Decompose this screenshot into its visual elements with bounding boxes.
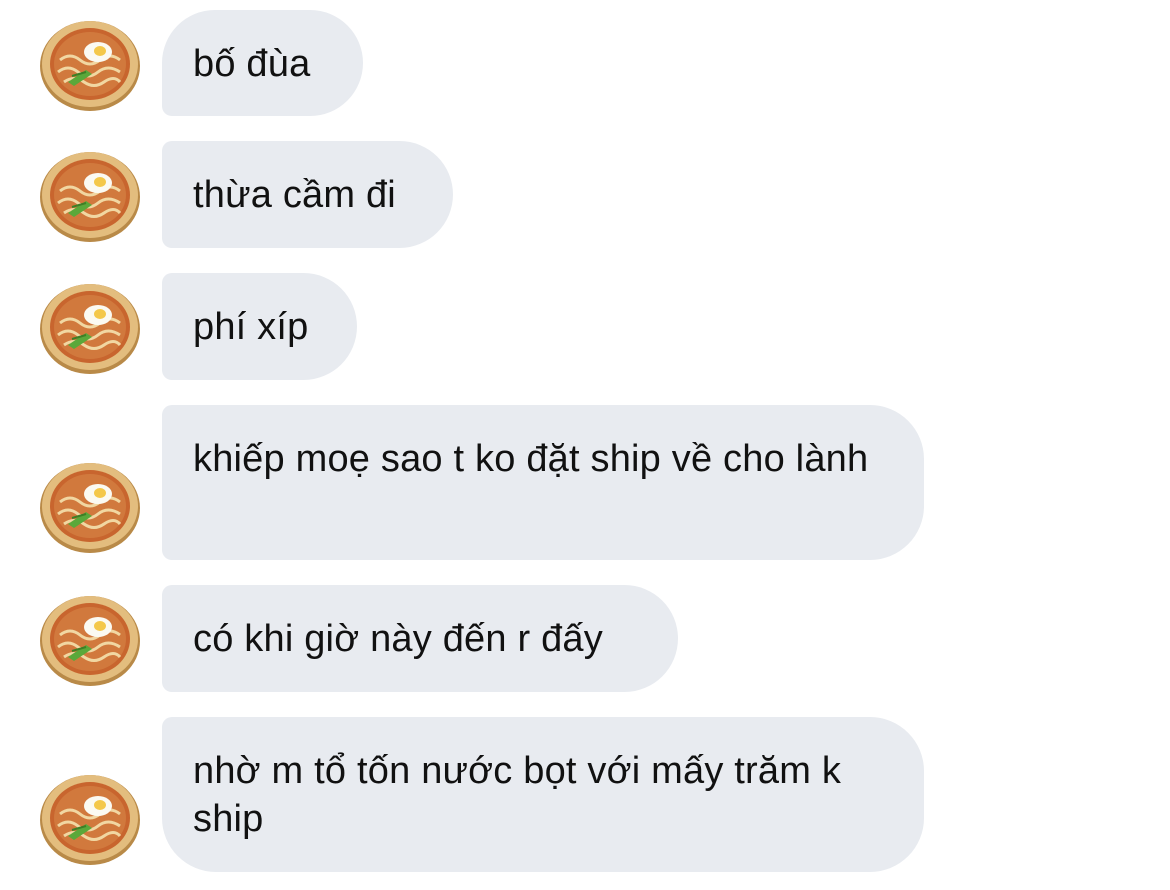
message-bubble[interactable]: phí xíp — [162, 273, 357, 380]
message-bubble[interactable]: bố đùa — [162, 10, 363, 116]
ramen-bowl-icon — [40, 152, 140, 242]
sender-avatar[interactable] — [38, 16, 142, 112]
sender-avatar[interactable] — [38, 591, 142, 687]
ramen-bowl-icon — [40, 775, 140, 865]
message-bubble[interactable]: có khi giờ này đến r đấy — [162, 585, 678, 692]
sender-avatar[interactable] — [38, 279, 142, 375]
chat-thread: bố đùa thừa cầm đi phí xíp khiếp moẹ sao… — [0, 0, 1170, 890]
sender-avatar[interactable] — [38, 147, 142, 243]
ramen-bowl-icon — [40, 284, 140, 374]
message-bubble[interactable]: thừa cầm đi — [162, 141, 453, 248]
ramen-bowl-icon — [40, 21, 140, 111]
message-bubble[interactable]: nhờ m tổ tốn nước bọt với mấy trăm k shi… — [162, 717, 924, 872]
sender-avatar[interactable] — [38, 770, 142, 866]
ramen-bowl-icon — [40, 463, 140, 553]
sender-avatar[interactable] — [38, 458, 142, 554]
ramen-bowl-icon — [40, 596, 140, 686]
message-bubble[interactable]: khiếp moẹ sao t ko đặt ship về cho lành — [162, 405, 924, 560]
